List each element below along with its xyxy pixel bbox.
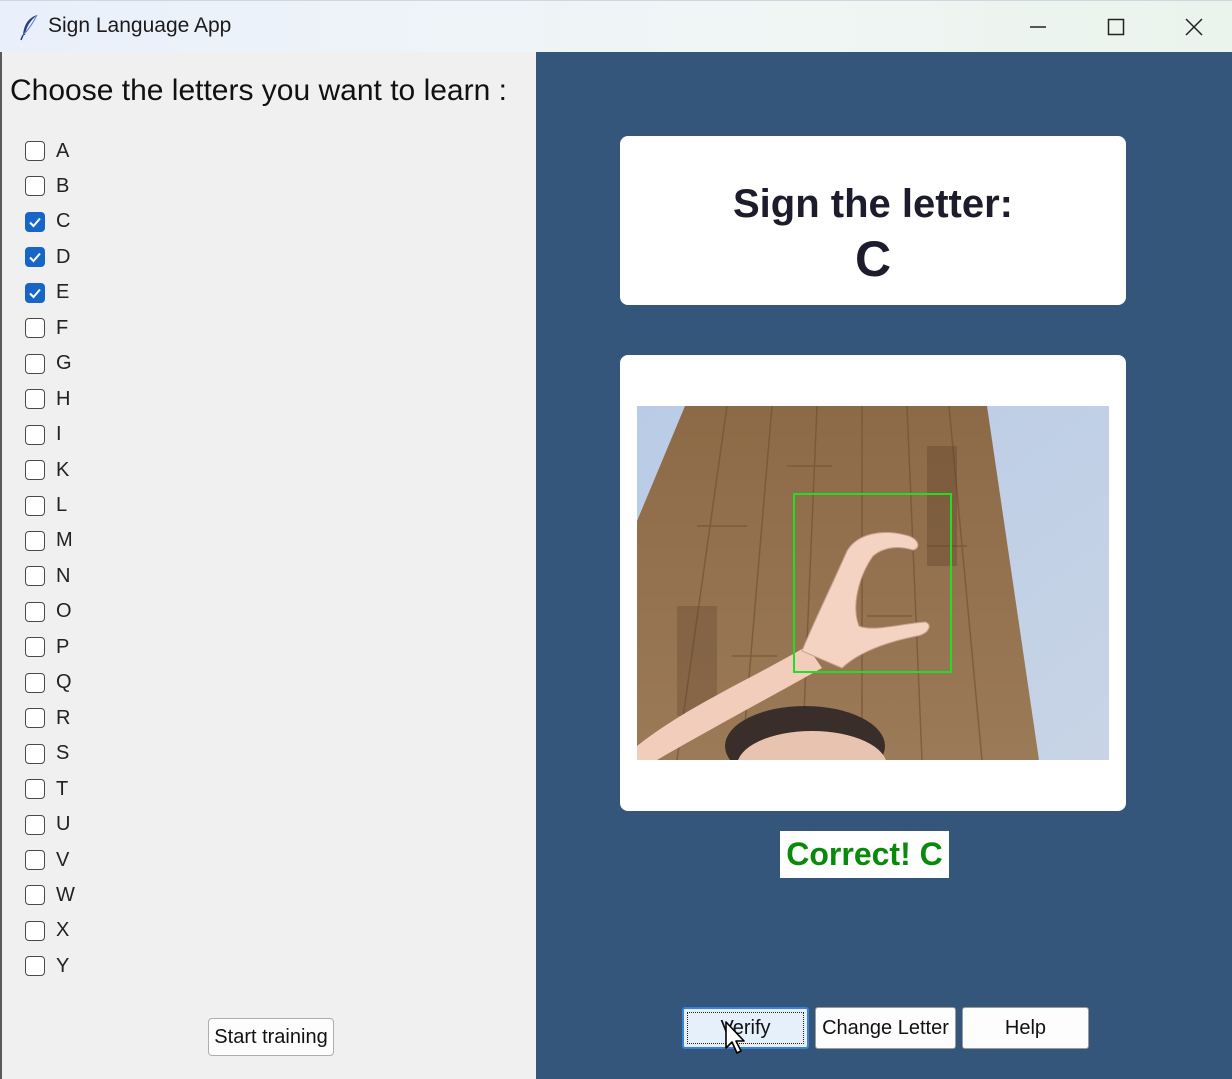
- checkbox-label: D: [56, 245, 71, 268]
- checkbox[interactable]: [25, 956, 45, 977]
- mouse-cursor-icon: [725, 1021, 745, 1054]
- checkbox-label: I: [56, 423, 62, 446]
- letter-checkbox-u[interactable]: U: [25, 812, 70, 838]
- checkbox-label: H: [56, 387, 71, 410]
- start-training-button[interactable]: Start training: [208, 1018, 334, 1056]
- letter-checkbox-c[interactable]: C: [25, 209, 70, 235]
- letter-checkbox-x[interactable]: X: [25, 918, 69, 944]
- checkbox[interactable]: [25, 211, 45, 232]
- checkmark-icon: [29, 288, 41, 299]
- result-label: Correct! C: [780, 831, 949, 878]
- close-icon: [1185, 18, 1203, 36]
- letter-checkbox-g[interactable]: G: [25, 351, 72, 377]
- checkbox-label: X: [56, 919, 70, 942]
- checkbox[interactable]: [25, 601, 45, 622]
- prompt-letter: C: [854, 231, 892, 287]
- letter-checkbox-a[interactable]: A: [25, 138, 69, 164]
- checkbox[interactable]: [25, 460, 45, 481]
- minimize-icon: [1030, 26, 1046, 28]
- checkbox-label: R: [56, 706, 71, 729]
- webcam-hand-sign-image: [637, 406, 1109, 760]
- letter-checkbox-v[interactable]: V: [25, 847, 69, 873]
- letter-checkbox-d[interactable]: D: [25, 244, 70, 270]
- window-title: Sign Language App: [48, 14, 232, 37]
- checkbox[interactable]: [25, 282, 45, 303]
- checkbox-label: V: [56, 848, 70, 871]
- checkbox[interactable]: [25, 708, 45, 729]
- checkbox-label: K: [56, 458, 70, 481]
- checkbox-label: Q: [56, 671, 72, 694]
- letter-checkbox-e[interactable]: E: [25, 280, 69, 306]
- letter-checkbox-s[interactable]: S: [25, 741, 69, 767]
- letter-checkbox-q[interactable]: Q: [25, 670, 72, 696]
- checkbox-label: C: [56, 210, 71, 233]
- maximize-icon: [1107, 18, 1125, 36]
- checkbox-label: B: [56, 174, 70, 197]
- checkbox[interactable]: [25, 743, 45, 764]
- checkbox[interactable]: [25, 353, 45, 374]
- checkbox[interactable]: [25, 885, 45, 906]
- prompt-card: Sign the letter: C: [620, 136, 1126, 305]
- letter-checkbox-n[interactable]: N: [25, 563, 70, 589]
- checkbox-label: P: [56, 635, 70, 658]
- checkbox-label: M: [56, 529, 73, 552]
- checkmark-icon: [29, 217, 41, 228]
- help-button[interactable]: Help: [962, 1007, 1089, 1049]
- checkbox-label: W: [56, 883, 75, 906]
- checkbox-label: Y: [56, 954, 70, 977]
- checkbox-label: T: [56, 777, 69, 800]
- checkbox[interactable]: [25, 850, 45, 870]
- camera-card: [620, 355, 1126, 811]
- feather-app-icon: [20, 14, 38, 41]
- checkmark-icon: [29, 253, 41, 263]
- letter-checkbox-y[interactable]: Y: [25, 953, 69, 979]
- maximize-button[interactable]: [1077, 1, 1155, 53]
- checkbox[interactable]: [25, 247, 45, 268]
- letter-checkbox-f[interactable]: F: [25, 315, 68, 341]
- prompt-title: Sign the letter:: [732, 182, 1014, 226]
- checkbox[interactable]: [25, 920, 45, 941]
- minimize-button[interactable]: [999, 1, 1077, 53]
- letter-selection-heading: Choose the letters you want to learn :: [10, 74, 507, 107]
- letter-checkbox-b[interactable]: B: [25, 173, 69, 199]
- letter-checkbox-t[interactable]: T: [25, 776, 68, 802]
- letter-checkbox-r[interactable]: R: [25, 705, 70, 731]
- letter-checkbox-l[interactable]: L: [25, 493, 67, 519]
- checkbox-label: G: [56, 352, 72, 375]
- letter-checkbox-w[interactable]: W: [25, 882, 75, 908]
- checkbox[interactable]: [25, 530, 45, 551]
- camera-feed: [637, 406, 1109, 760]
- checkbox-label: U: [56, 813, 71, 836]
- checkbox[interactable]: [25, 637, 45, 658]
- checkbox[interactable]: [25, 672, 45, 693]
- change-letter-button[interactable]: Change Letter: [815, 1007, 956, 1049]
- checkbox-label: A: [56, 139, 70, 162]
- checkbox[interactable]: [25, 176, 45, 197]
- checkbox[interactable]: [25, 814, 45, 835]
- letter-checkbox-p[interactable]: P: [25, 634, 69, 660]
- checkbox[interactable]: [25, 495, 45, 516]
- checkbox[interactable]: [25, 141, 45, 161]
- checkbox-label: E: [56, 281, 70, 304]
- letter-checkbox-k[interactable]: K: [25, 457, 69, 483]
- checkbox-label: O: [56, 600, 72, 623]
- letter-checkbox-h[interactable]: H: [25, 386, 70, 412]
- letter-checkbox-m[interactable]: M: [25, 528, 73, 554]
- letter-checkbox-o[interactable]: O: [25, 599, 72, 625]
- title-bar: Sign Language App: [0, 0, 1232, 52]
- checkbox-label: N: [56, 564, 71, 587]
- checkbox-label: L: [56, 494, 68, 516]
- letter-selection-panel: Choose the letters you want to learn : A…: [0, 52, 536, 1079]
- letter-checkbox-i[interactable]: I: [25, 422, 62, 448]
- close-button[interactable]: [1155, 1, 1232, 53]
- checkbox-label: S: [56, 742, 70, 765]
- checkbox[interactable]: [25, 389, 45, 410]
- checkbox[interactable]: [25, 424, 45, 445]
- training-panel: Sign the letter: C Correct! C Verify Cha…: [536, 52, 1232, 1079]
- checkbox[interactable]: [25, 566, 45, 587]
- checkbox-label: F: [56, 316, 69, 339]
- checkbox[interactable]: [25, 779, 45, 800]
- checkbox[interactable]: [25, 318, 45, 339]
